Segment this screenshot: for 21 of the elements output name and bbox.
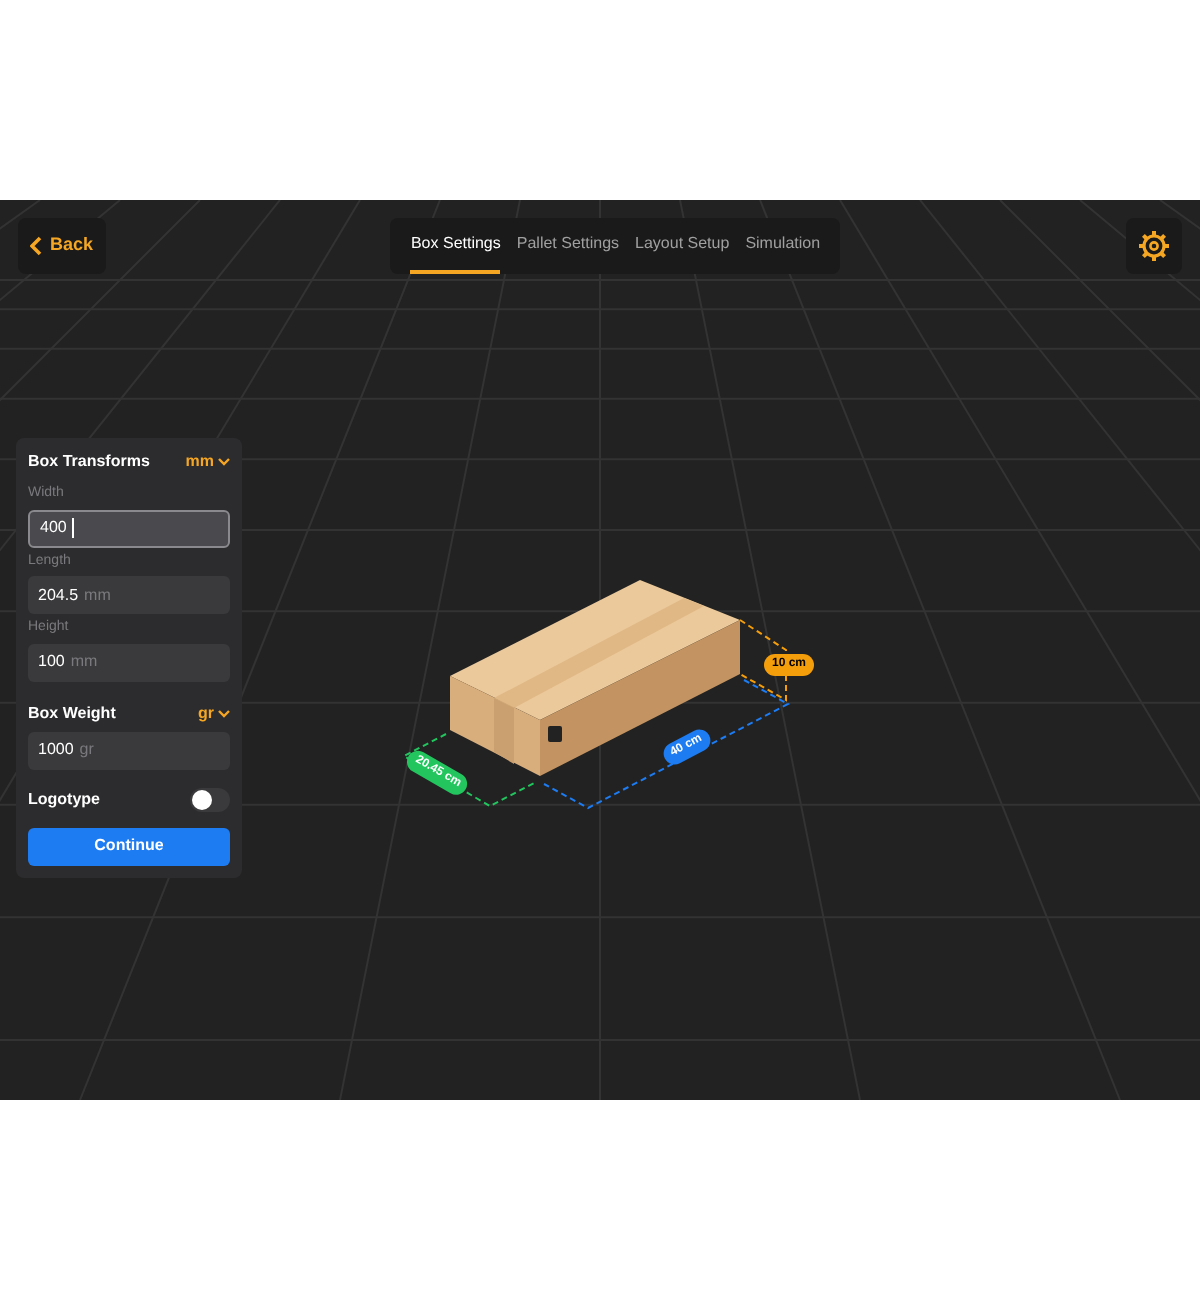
input-field[interactable]: 204.5 mm [28,576,230,614]
toggle-switch[interactable] [190,787,230,811]
tab[interactable]: Box Settings [410,218,501,274]
chevron-down-icon [218,458,230,466]
tab[interactable]: Layout Setup [635,218,730,274]
tab[interactable]: Pallet Settings [516,218,620,274]
settings-icon [1136,228,1172,264]
tab[interactable]: Simulation [745,218,821,274]
chevron-down-icon [218,709,230,717]
back-button[interactable]: Back [18,218,106,274]
unit-dropdown[interactable]: gr [198,701,230,725]
input-field[interactable]: 100 mm [28,643,230,681]
toggle-label: Logotype [28,787,100,811]
section-title: Box Transforms [28,450,150,474]
input-field[interactable]: 400 [28,509,230,547]
input-field[interactable]: 1000 gr [28,731,230,769]
settings-button[interactable] [1126,218,1182,274]
continue-button[interactable]: Continue [28,827,230,865]
chevron-left-icon [30,236,42,256]
section-title: Box Weight [28,701,116,725]
unit-dropdown[interactable]: mm [185,450,230,474]
